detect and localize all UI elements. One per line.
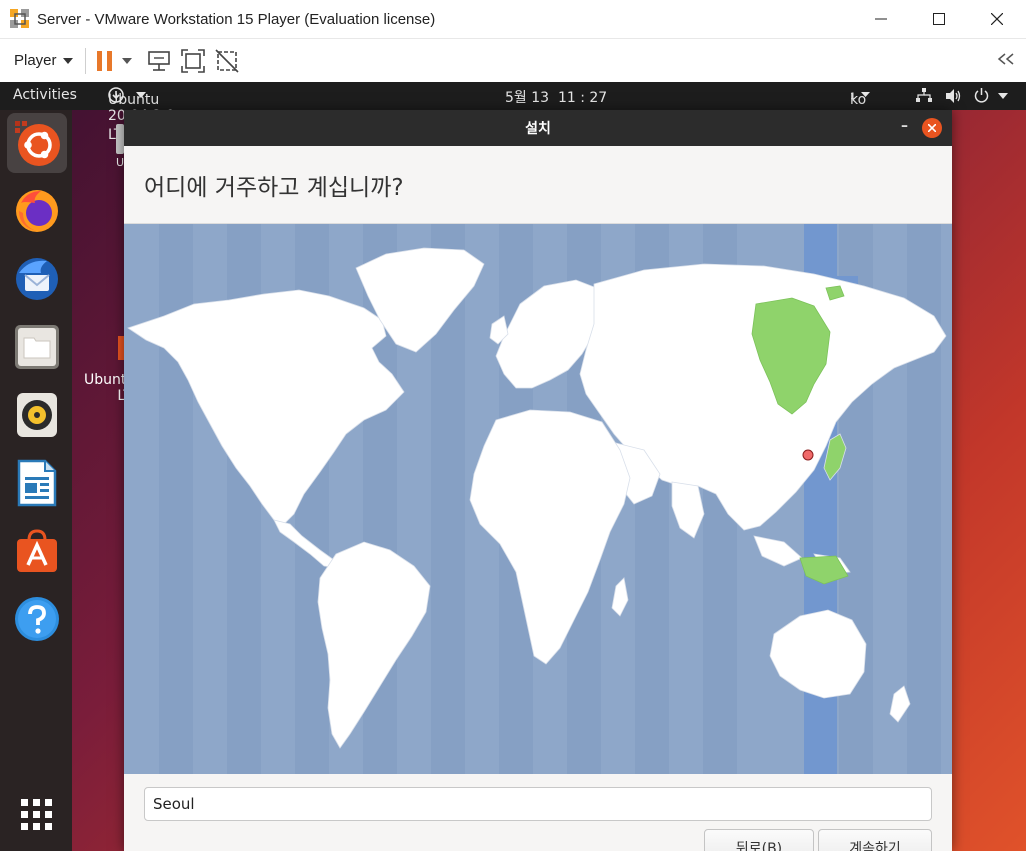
network-icon <box>916 88 932 102</box>
installer-app-menu[interactable]: Ubuntu 20.04.2.0 LTS 설치 <box>108 87 175 143</box>
chevron-down-icon <box>998 92 1008 99</box>
desktop-icon-partial[interactable]: U <box>116 124 124 170</box>
chevron-down-icon <box>121 57 132 64</box>
guest-display[interactable]: Activities Ubuntu 20.04.2.0 LTS 설치 5월 13… <box>0 82 1026 851</box>
fullscreen-button[interactable] <box>180 46 206 76</box>
dock-item-thunderbird[interactable] <box>7 249 67 309</box>
double-chevron-left-icon <box>997 53 1014 65</box>
dock-item-libreoffice-writer[interactable] <box>7 453 67 513</box>
system-menu[interactable] <box>916 88 1008 103</box>
help-question-icon <box>15 597 59 641</box>
vmware-logo-icon <box>10 9 29 28</box>
pause-icon <box>96 50 112 71</box>
dock-item-firefox[interactable] <box>7 181 67 241</box>
dock-item-software[interactable] <box>7 521 67 581</box>
continue-button[interactable]: 계속하기 <box>818 829 932 851</box>
dialog-title: 설치 <box>525 121 551 137</box>
firefox-icon <box>16 190 58 232</box>
minimize-icon <box>875 18 887 20</box>
player-menu-label: Player <box>14 52 57 69</box>
timezone-input[interactable] <box>144 787 932 821</box>
ctrl-alt-del-icon <box>147 50 170 71</box>
dock-item-help[interactable] <box>7 589 67 649</box>
world-map[interactable] <box>124 224 952 774</box>
files-folder-icon <box>15 325 59 369</box>
app-grid-icon <box>21 799 52 830</box>
back-button-label: 뒤로(B) <box>735 841 783 851</box>
back-button[interactable]: 뒤로(B) <box>704 829 814 851</box>
vmware-titlebar: Server - VMware Workstation 15 Player (E… <box>0 0 1026 38</box>
desktop-icon-partial-label: U <box>116 156 125 169</box>
dialog-close-button[interactable] <box>922 118 942 138</box>
collapse-toolbar-button[interactable] <box>996 51 1016 70</box>
clock[interactable]: 5월 13 11 : 27 <box>505 87 607 107</box>
toolbar-divider <box>84 47 86 74</box>
ubuntu-software-icon <box>17 529 57 572</box>
fullscreen-icon <box>180 48 205 73</box>
window-title: Server - VMware Workstation 15 Player (E… <box>37 10 436 28</box>
input-method-label: ko <box>850 92 867 108</box>
rhythmbox-speaker-icon <box>17 393 57 437</box>
installer-dialog: 설치 – 어디에 거주하고 계십니까? Seoul 뒤로(B) 계속하기 <box>124 110 952 851</box>
power-icon <box>974 88 989 103</box>
chevron-down-icon <box>62 57 73 64</box>
thunderbird-icon <box>16 258 58 300</box>
unity-disabled-icon <box>214 48 239 73</box>
dialog-minimize-button[interactable]: – <box>901 118 908 134</box>
close-icon <box>928 124 936 132</box>
volume-icon <box>946 88 961 103</box>
dock-item-files[interactable] <box>7 317 67 377</box>
dock-item-installer[interactable] <box>7 113 67 173</box>
page-heading: 어디에 거주하고 계십니까? <box>144 174 404 201</box>
minimize-button[interactable] <box>852 0 910 38</box>
dock-item-rhythmbox[interactable] <box>7 385 67 445</box>
close-icon <box>991 13 1003 25</box>
continue-button-label: 계속하기 <box>849 841 901 851</box>
maximize-icon <box>933 13 945 25</box>
timezone-map[interactable] <box>124 224 952 774</box>
unity-mode-button[interactable] <box>214 46 240 76</box>
window-controls <box>852 0 1026 38</box>
send-ctrl-alt-del-button[interactable] <box>146 46 172 76</box>
input-method-indicator[interactable]: ko 1 <box>850 87 870 108</box>
vmware-toolbar: Player <box>0 38 1026 82</box>
dialog-header: 어디에 거주하고 계십니까? <box>124 146 952 224</box>
power-options-dropdown[interactable] <box>121 46 132 76</box>
ubuntu-dock <box>0 110 72 851</box>
activities-button[interactable]: Activities <box>13 87 77 103</box>
show-applications-button[interactable] <box>7 785 67 845</box>
ubuntu-installer-icon <box>15 121 60 166</box>
maximize-button[interactable] <box>910 0 968 38</box>
suspend-button[interactable] <box>96 46 114 76</box>
gnome-top-bar: Activities Ubuntu 20.04.2.0 LTS 설치 5월 13… <box>0 82 1026 143</box>
player-menu-button[interactable]: Player <box>14 52 73 69</box>
seoul-marker[interactable] <box>802 449 814 461</box>
libreoffice-writer-icon <box>17 459 57 507</box>
close-button[interactable] <box>968 0 1026 38</box>
dialog-titlebar: 설치 – <box>124 110 952 146</box>
